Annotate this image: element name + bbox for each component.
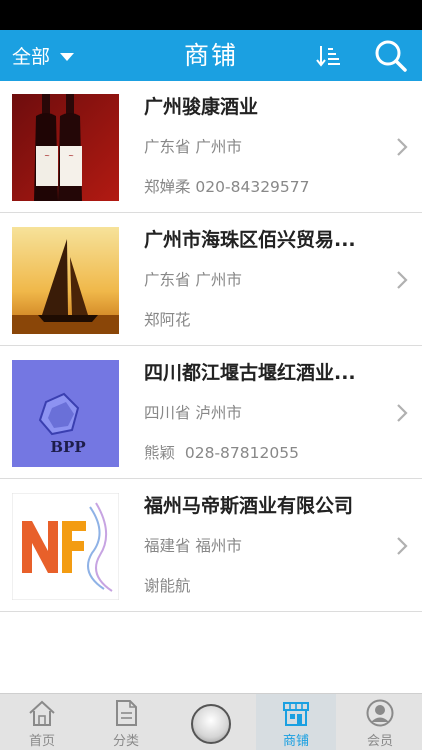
- svg-text:~: ~: [68, 152, 74, 160]
- tab-shops-label: 商铺: [282, 734, 309, 749]
- shop-region: 四川省 泸州市: [144, 404, 242, 422]
- shop-region: 广东省 广州市: [144, 271, 242, 289]
- app-header: 全部 商铺: [0, 30, 422, 81]
- person-icon: [366, 699, 394, 727]
- nf-logo-thumbnail: [12, 493, 119, 600]
- svg-text:~: ~: [44, 152, 50, 160]
- shop-region: 福建省 福州市: [144, 537, 242, 555]
- house-icon: [29, 700, 55, 726]
- document-icon: [116, 700, 137, 726]
- store-icon: [283, 702, 309, 726]
- wine-bottles-thumbnail: ~ ~: [12, 94, 119, 201]
- tab-shops[interactable]: 商铺: [256, 694, 336, 750]
- shop-list-item[interactable]: ~ ~ 广州骏康酒业 广东省 广州市 郑婵柔 020-84329577: [0, 81, 422, 213]
- bottom-tab-bar: 首页 分类 商铺 会员: [0, 693, 422, 750]
- shop-name: 广州骏康酒业: [144, 96, 259, 118]
- chevron-right-icon: [397, 138, 408, 156]
- shop-contact: 谢能航: [144, 577, 191, 595]
- shop-contact: 郑阿花: [144, 311, 191, 329]
- floating-home-button[interactable]: [191, 704, 231, 744]
- page-title: 商铺: [183, 41, 238, 70]
- tab-category-label: 分类: [112, 734, 139, 749]
- sailboat-sunset-thumbnail: [12, 227, 119, 334]
- chevron-right-icon: [397, 271, 408, 289]
- shop-list-item[interactable]: BPP 四川都江堰古堰红酒业... 四川省 泸州市 熊颖 028-8781205…: [0, 347, 422, 479]
- tab-home-label: 首页: [28, 734, 55, 749]
- bpp-logo-thumbnail: BPP: [12, 360, 119, 467]
- tab-member[interactable]: 会员: [340, 694, 420, 750]
- shop-name: 四川都江堰古堰红酒业...: [144, 362, 356, 384]
- shop-contact: 郑婵柔 020-84329577: [144, 178, 310, 196]
- status-bar: [0, 0, 422, 30]
- search-button[interactable]: [374, 39, 408, 73]
- sort-icon: [316, 46, 340, 67]
- shop-name: 福州马帝斯酒业有限公司: [144, 495, 354, 517]
- search-icon: [375, 40, 407, 72]
- tab-member-label: 会员: [366, 734, 393, 749]
- shop-list-item[interactable]: 福州马帝斯酒业有限公司 福建省 福州市 谢能航: [0, 480, 422, 612]
- shop-list-item[interactable]: 广州市海珠区佰兴贸易... 广东省 广州市 郑阿花: [0, 214, 422, 346]
- shop-name: 广州市海珠区佰兴贸易...: [144, 229, 356, 251]
- svg-text:BPP: BPP: [50, 438, 85, 456]
- tab-home[interactable]: 首页: [2, 694, 82, 750]
- chevron-right-icon: [397, 537, 408, 555]
- tab-category[interactable]: 分类: [86, 694, 166, 750]
- shop-region: 广东省 广州市: [144, 138, 242, 156]
- chevron-right-icon: [397, 404, 408, 422]
- shop-contact: 熊颖 028-87812055: [144, 444, 299, 462]
- sort-button[interactable]: [316, 43, 342, 69]
